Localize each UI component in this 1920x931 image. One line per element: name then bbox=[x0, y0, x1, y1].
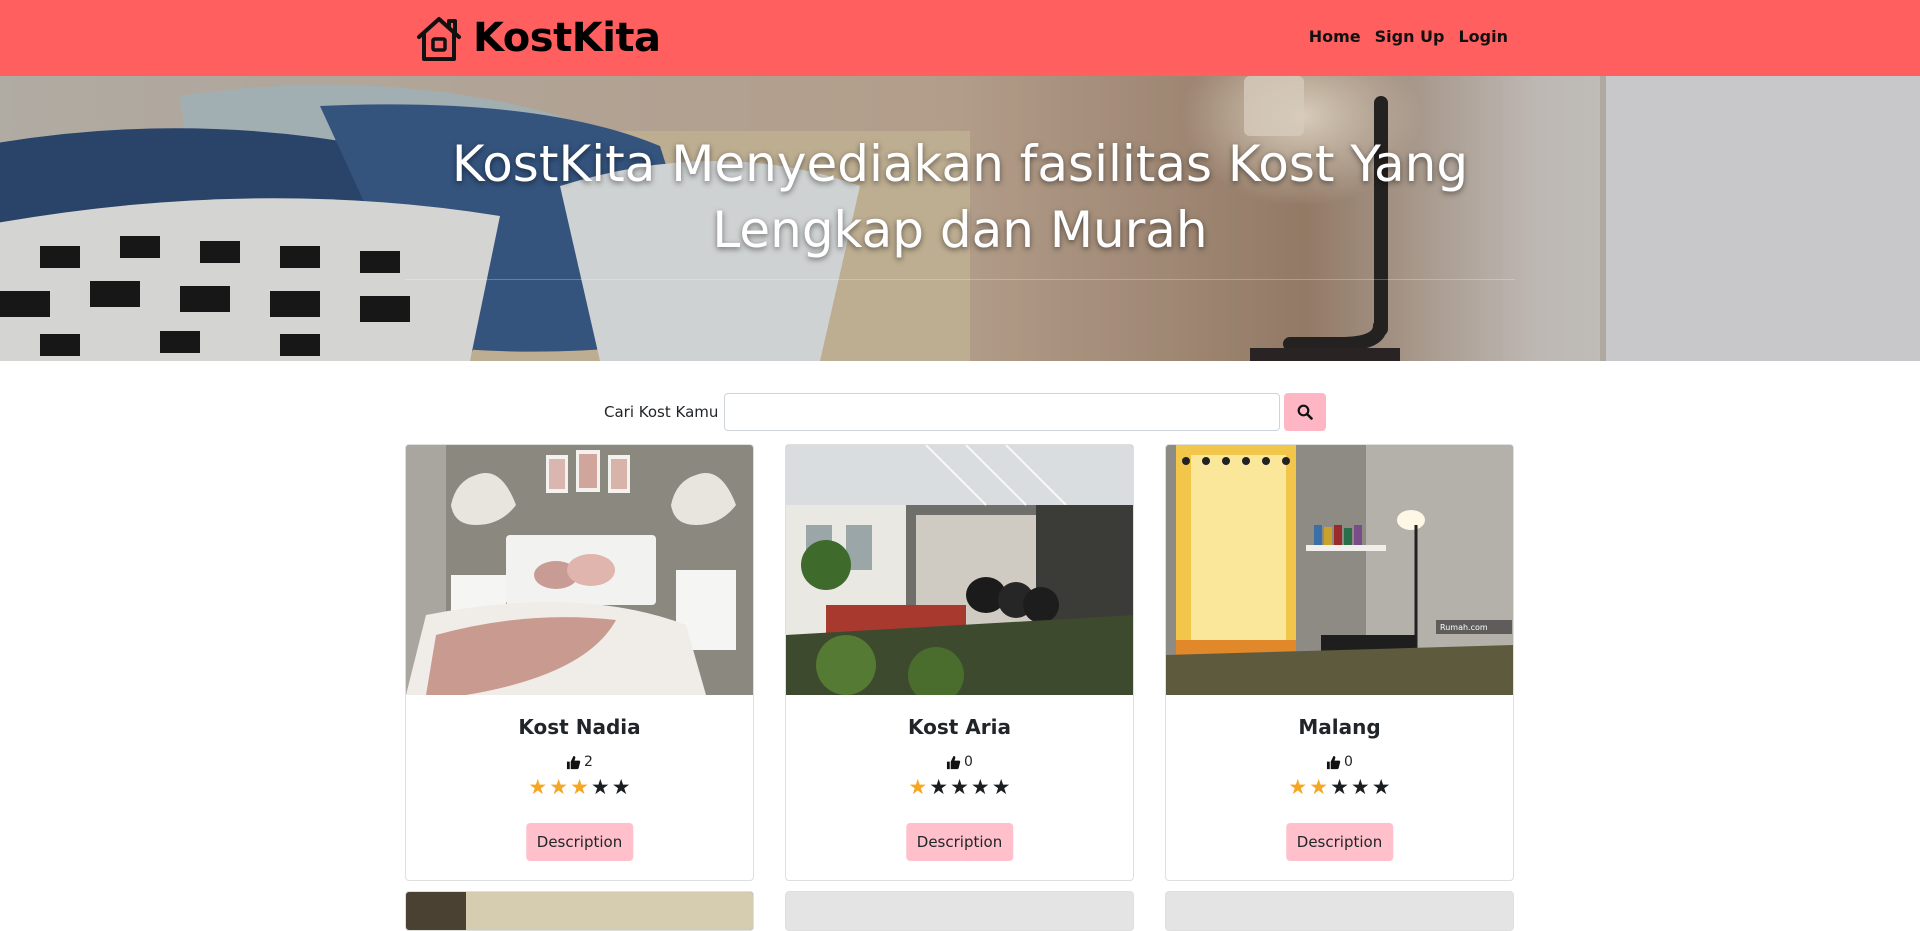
search-button[interactable] bbox=[1284, 393, 1327, 431]
kost-image-room: Rumah.com bbox=[1166, 445, 1513, 695]
thumbs-up-icon bbox=[566, 755, 581, 769]
description-button[interactable]: Description bbox=[525, 823, 634, 861]
kost-title: Kost Aria bbox=[907, 715, 1011, 739]
brand-name: KostKita bbox=[473, 15, 661, 61]
rating-stars: ★ ★ ★ ★ ★ bbox=[786, 776, 1133, 798]
likes-value: 0 bbox=[964, 754, 973, 770]
star-empty-icon: ★ bbox=[950, 775, 969, 799]
star-empty-icon: ★ bbox=[1330, 775, 1349, 799]
star-filled-icon: ★ bbox=[549, 775, 569, 799]
star-filled-icon: ★ bbox=[908, 775, 928, 799]
nav-home[interactable]: Home bbox=[1309, 27, 1361, 46]
kost-title: Malang bbox=[1298, 715, 1381, 739]
watermark-text: Rumah.com bbox=[1440, 623, 1488, 632]
star-filled-icon: ★ bbox=[570, 775, 589, 799]
star-filled-icon: ★ bbox=[1309, 775, 1329, 799]
description-button[interactable]: Description bbox=[905, 823, 1014, 861]
star-empty-icon: ★ bbox=[1350, 775, 1370, 799]
likes-count: 0 bbox=[1166, 754, 1513, 770]
star-filled-icon: ★ bbox=[528, 775, 548, 799]
rating-stars: ★ ★ ★ ★ ★ bbox=[406, 776, 753, 798]
star-empty-icon: ★ bbox=[991, 775, 1011, 799]
kost-card-4-partial bbox=[405, 891, 754, 931]
nav-login[interactable]: Login bbox=[1458, 27, 1508, 46]
star-empty-icon: ★ bbox=[970, 775, 990, 799]
star-empty-icon: ★ bbox=[929, 775, 949, 799]
kost-card-2: Kost Aria 0 ★ ★ ★ ★ ★ Description bbox=[785, 444, 1134, 881]
nav-signup[interactable]: Sign Up bbox=[1375, 27, 1445, 46]
hero-title: KostKita Menyediakan fasilitas Kost Yang… bbox=[451, 135, 1469, 259]
hero-banner: KostKita Menyediakan fasilitas Kost Yang… bbox=[0, 76, 1920, 361]
description-button[interactable]: Description bbox=[1285, 823, 1394, 861]
kost-image-partial bbox=[466, 892, 753, 930]
kost-card-5-partial bbox=[785, 891, 1134, 931]
search-label: Cari Kost Kamu bbox=[604, 403, 719, 421]
search-bar: Cari Kost Kamu bbox=[604, 393, 1327, 431]
search-input[interactable] bbox=[724, 393, 1281, 431]
kost-image-courtyard bbox=[786, 445, 1133, 695]
star-empty-icon: ★ bbox=[590, 775, 610, 799]
star-filled-icon: ★ bbox=[1288, 775, 1308, 799]
rating-stars: ★ ★ ★ ★ ★ bbox=[1166, 776, 1513, 798]
kost-card-6-partial bbox=[1165, 891, 1514, 931]
brand-link[interactable]: KostKita bbox=[413, 12, 661, 64]
thumbs-up-icon bbox=[946, 755, 961, 769]
search-icon bbox=[1297, 404, 1314, 420]
star-empty-icon: ★ bbox=[1371, 775, 1391, 799]
star-empty-icon: ★ bbox=[611, 775, 631, 799]
likes-value: 0 bbox=[1344, 754, 1353, 770]
kost-title: Kost Nadia bbox=[518, 715, 641, 739]
likes-count: 2 bbox=[406, 754, 753, 770]
navbar: KostKita Home Sign Up Login bbox=[0, 0, 1920, 76]
kost-card-1: Kost Nadia 2 ★ ★ ★ ★ ★ Description bbox=[405, 444, 754, 881]
thumbs-up-icon bbox=[1326, 755, 1341, 769]
nav-menu: Home Sign Up Login bbox=[1309, 27, 1508, 46]
hero-divider bbox=[405, 279, 1515, 280]
likes-count: 0 bbox=[786, 754, 1133, 770]
kost-image-bedroom bbox=[406, 445, 753, 695]
house-icon bbox=[417, 17, 461, 61]
likes-value: 2 bbox=[584, 754, 593, 770]
kost-card-3: Rumah.com Malang 0 ★ ★ ★ ★ ★ Description bbox=[1165, 444, 1514, 881]
